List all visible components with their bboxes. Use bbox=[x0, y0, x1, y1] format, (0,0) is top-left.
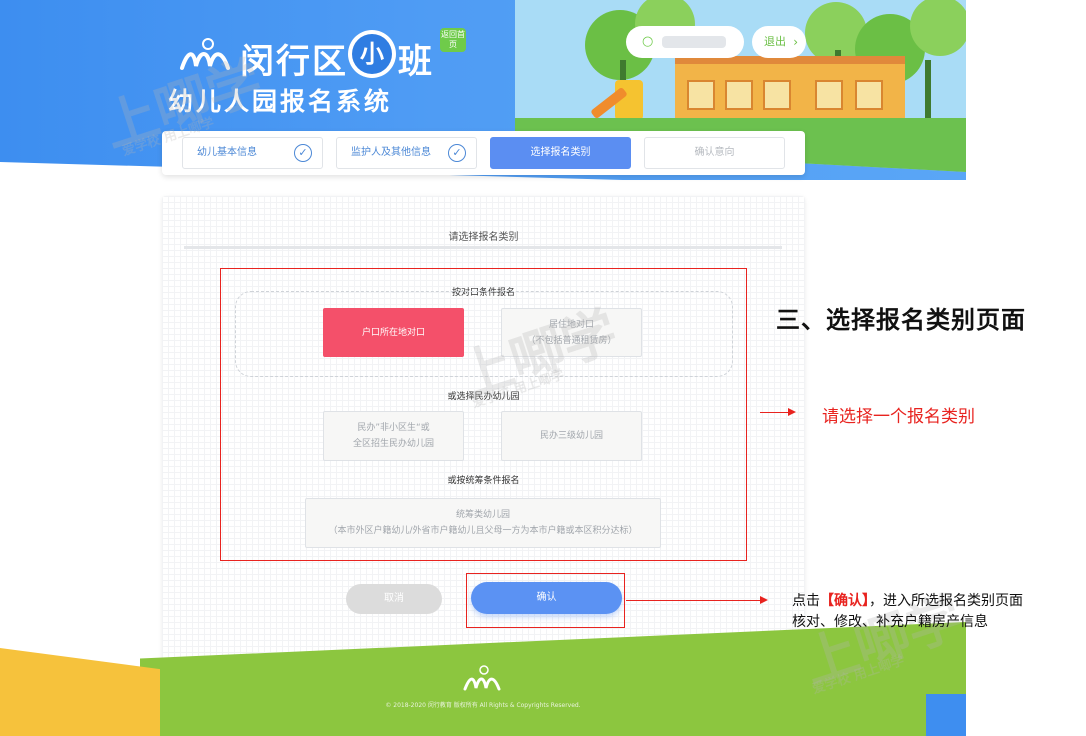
annotation-arrow bbox=[760, 412, 788, 413]
user-name-placeholder bbox=[662, 36, 726, 48]
annotation-arrow bbox=[626, 600, 760, 601]
school-building bbox=[675, 56, 905, 118]
footer-copyright: © 2018-2020 闵行教育 版权所有 All Rights & Copyr… bbox=[385, 702, 581, 709]
chevron-right-icon: › bbox=[793, 35, 798, 49]
step-guardian-info[interactable]: 监护人及其他信息 ✓ bbox=[336, 137, 477, 169]
annotation-options-box bbox=[220, 268, 747, 561]
check-icon: ✓ bbox=[448, 144, 466, 162]
cancel-button[interactable]: 取消 bbox=[346, 584, 442, 614]
divider bbox=[184, 246, 782, 249]
logout-button[interactable]: 退出 › bbox=[752, 26, 806, 58]
class-badge-text: 小 bbox=[352, 34, 392, 74]
arrow-right-icon bbox=[788, 408, 796, 416]
annotation-confirm-note-line2: 核对、修改、补充户籍房产信息 bbox=[792, 614, 988, 630]
note-suffix: ，进入所选报名类别页面 bbox=[869, 593, 1023, 609]
logo-subtitle: 幼儿人园报名系统 bbox=[168, 87, 393, 116]
footer-yellow-band bbox=[0, 648, 160, 736]
annotation-page-title: 三、选择报名类别页面 bbox=[776, 306, 1026, 334]
note-highlight: 【确认】 bbox=[820, 593, 869, 609]
user-icon: ○ bbox=[642, 34, 654, 49]
step-confirm-intent: 确认意向 bbox=[644, 137, 785, 169]
logo-title: 闵行区 bbox=[240, 42, 348, 82]
arrow-right-icon bbox=[760, 596, 768, 604]
step-basic-info[interactable]: 幼儿基本信息 ✓ bbox=[182, 137, 323, 169]
step-choose-category[interactable]: 选择报名类别 bbox=[490, 137, 631, 169]
step-label: 幼儿基本信息 bbox=[197, 147, 257, 158]
footer-blue-corner bbox=[926, 694, 966, 736]
class-badge: 小 bbox=[348, 30, 396, 78]
logout-label: 退出 bbox=[764, 35, 786, 48]
progress-steps: 幼儿基本信息 ✓ 监护人及其他信息 ✓ 选择报名类别 确认意向 bbox=[162, 131, 805, 175]
check-icon: ✓ bbox=[294, 144, 312, 162]
logo-icon bbox=[180, 38, 230, 70]
note-prefix: 点击 bbox=[792, 593, 820, 609]
footer-logo-icon bbox=[463, 665, 501, 691]
annotation-confirm-box bbox=[466, 573, 625, 628]
step-label: 选择报名类别 bbox=[530, 147, 591, 158]
step-label: 确认意向 bbox=[694, 147, 735, 158]
step-label: 监护人及其他信息 bbox=[351, 147, 431, 158]
home-link[interactable]: 返回首页 bbox=[440, 28, 466, 52]
user-pill[interactable]: ○ bbox=[626, 26, 744, 58]
class-badge-suffix: 班 bbox=[398, 42, 432, 82]
card-title: 请选择报名类别 bbox=[448, 232, 519, 243]
annotation-confirm-note: 点击【确认】，进入所选报名类别页面 bbox=[792, 590, 1023, 610]
annotation-hint: 请选择一个报名类别 bbox=[822, 407, 975, 427]
